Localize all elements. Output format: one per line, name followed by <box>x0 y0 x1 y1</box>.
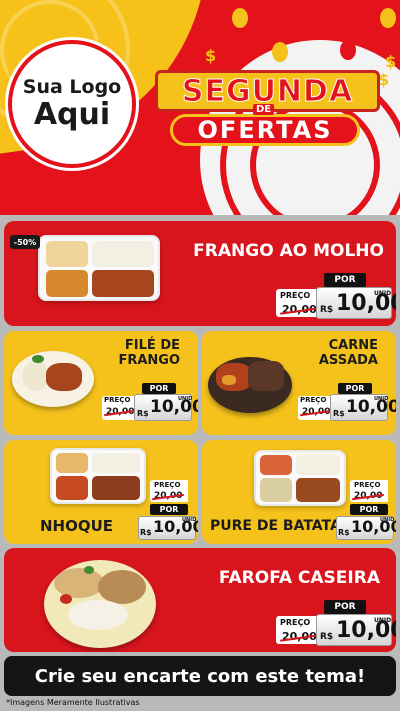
preco-label: PREÇO <box>280 291 311 300</box>
preco-label: PREÇO <box>354 481 381 489</box>
product-name-line1: FILÉ DE <box>124 338 180 353</box>
product-card-file-de-frango[interactable]: FILÉ DE FRANGO POR PREÇO 20,00 R$ 10,00 … <box>4 331 198 435</box>
cta-banner[interactable]: Crie seu encarte com este tema! <box>4 656 396 696</box>
old-price: 20,00 <box>106 407 135 417</box>
currency-label: R$ <box>320 305 334 315</box>
product-name-line2: FRANGO <box>118 352 180 368</box>
logo-text-line1: Sua Logo <box>22 76 122 99</box>
currency-label: R$ <box>333 409 345 418</box>
product-name-line1: CARNE <box>328 338 378 353</box>
balloon-icon <box>130 10 146 30</box>
unit-label: UNID <box>182 517 197 523</box>
product-name: PURE DE BATATA <box>210 518 341 534</box>
unit-label: UNID <box>380 517 395 523</box>
old-price: 20,00 <box>302 407 331 417</box>
logo-placeholder: Sua Logo Aqui <box>8 40 136 168</box>
balloon-icon <box>380 8 396 28</box>
old-price: 20,00 <box>282 303 317 316</box>
product-card-farofa-caseira[interactable]: FAROFA CASEIRA POR PREÇO 20,00 R$ 10,00 … <box>4 548 396 652</box>
currency-label: R$ <box>338 528 350 537</box>
balloon-icon <box>305 12 321 32</box>
preco-label: PREÇO <box>280 618 311 627</box>
dollar-icon: $ <box>385 52 397 71</box>
por-label: POR <box>324 273 366 287</box>
old-price: 20,00 <box>154 491 183 501</box>
unit-label: UNID <box>374 290 392 297</box>
header-banner: $ $ $ $ Sua Logo Aqui SEGUNDA DE OFERTAS <box>0 0 400 215</box>
balloon-icon <box>232 8 248 28</box>
food-tray-image <box>38 235 160 301</box>
por-label: POR <box>324 600 366 614</box>
product-name: FRANGO AO MOLHO <box>193 241 384 261</box>
price-tag: PREÇO 20,00 POR R$ 10,00 UNID <box>134 468 198 540</box>
por-label: POR <box>150 504 188 515</box>
food-bowl-image <box>208 357 292 413</box>
currency-label: R$ <box>320 632 334 642</box>
por-label: POR <box>338 383 372 394</box>
food-bowl-image <box>12 351 94 407</box>
product-card-pure-de-batata[interactable]: PURE DE BATATA PREÇO 20,00 POR R$ 10,00 … <box>202 440 396 544</box>
currency-label: R$ <box>140 528 152 537</box>
food-tray-image <box>254 450 346 506</box>
por-label: POR <box>350 504 388 515</box>
price-tag: POR PREÇO 20,00 R$ 10,00 UNID <box>276 273 396 319</box>
preco-label: PREÇO <box>104 396 131 404</box>
product-card-frango-ao-molho[interactable]: FRANGO AO MOLHO POR PREÇO 20,00 R$ 10,00… <box>4 221 396 326</box>
unit-label: UNID <box>374 396 389 402</box>
food-tray-image <box>50 448 146 504</box>
por-label: POR <box>142 383 176 394</box>
product-name-line2: ASSADA <box>318 352 378 368</box>
price-tag: POR PREÇO 20,00 R$ 10,00 UNID <box>102 383 198 421</box>
price-tag: PREÇO 20,00 POR R$ 10,00 UNID <box>334 468 396 540</box>
title-de: DE <box>253 104 275 115</box>
disclaimer-text: *Imagens Meramente Ilustrativas <box>6 698 140 707</box>
price-value: 10,00 <box>346 397 396 417</box>
preco-label: PREÇO <box>154 481 181 489</box>
unit-label: UNID <box>374 617 392 624</box>
logo-text-line2: Aqui <box>33 96 111 132</box>
currency-label: R$ <box>137 409 149 418</box>
title-ofertas: OFERTAS <box>197 116 333 144</box>
balloon-icon <box>340 40 356 60</box>
food-bowl-image <box>44 560 156 648</box>
balloon-icon <box>272 42 288 62</box>
promo-title: SEGUNDA DE OFERTAS <box>150 70 385 160</box>
cta-text: Crie seu encarte com este tema! <box>34 665 366 687</box>
product-name: FAROFA CASEIRA <box>218 568 380 588</box>
unit-label: UNID <box>178 396 193 402</box>
old-price: 20,00 <box>354 491 383 501</box>
product-name: NHOQUE <box>40 517 114 535</box>
price-tag: POR PREÇO 20,00 R$ 10,00 UNID <box>298 383 396 421</box>
discount-badge: -50% <box>10 235 40 249</box>
product-card-carne-assada[interactable]: CARNE ASSADA POR PREÇO 20,00 R$ 10,00 UN… <box>202 331 396 435</box>
price-tag: POR PREÇO 20,00 R$ 10,00 UNID <box>276 600 396 646</box>
dollar-icon: $ <box>205 46 217 65</box>
product-card-nhoque[interactable]: NHOQUE PREÇO 20,00 POR R$ 10,00 UNID <box>4 440 198 544</box>
old-price: 20,00 <box>282 630 317 643</box>
preco-label: PREÇO <box>300 396 327 404</box>
product-name: FILÉ DE FRANGO <box>118 338 180 369</box>
title-ofertas-banner: OFERTAS <box>170 114 360 146</box>
product-name: CARNE ASSADA <box>318 338 378 369</box>
